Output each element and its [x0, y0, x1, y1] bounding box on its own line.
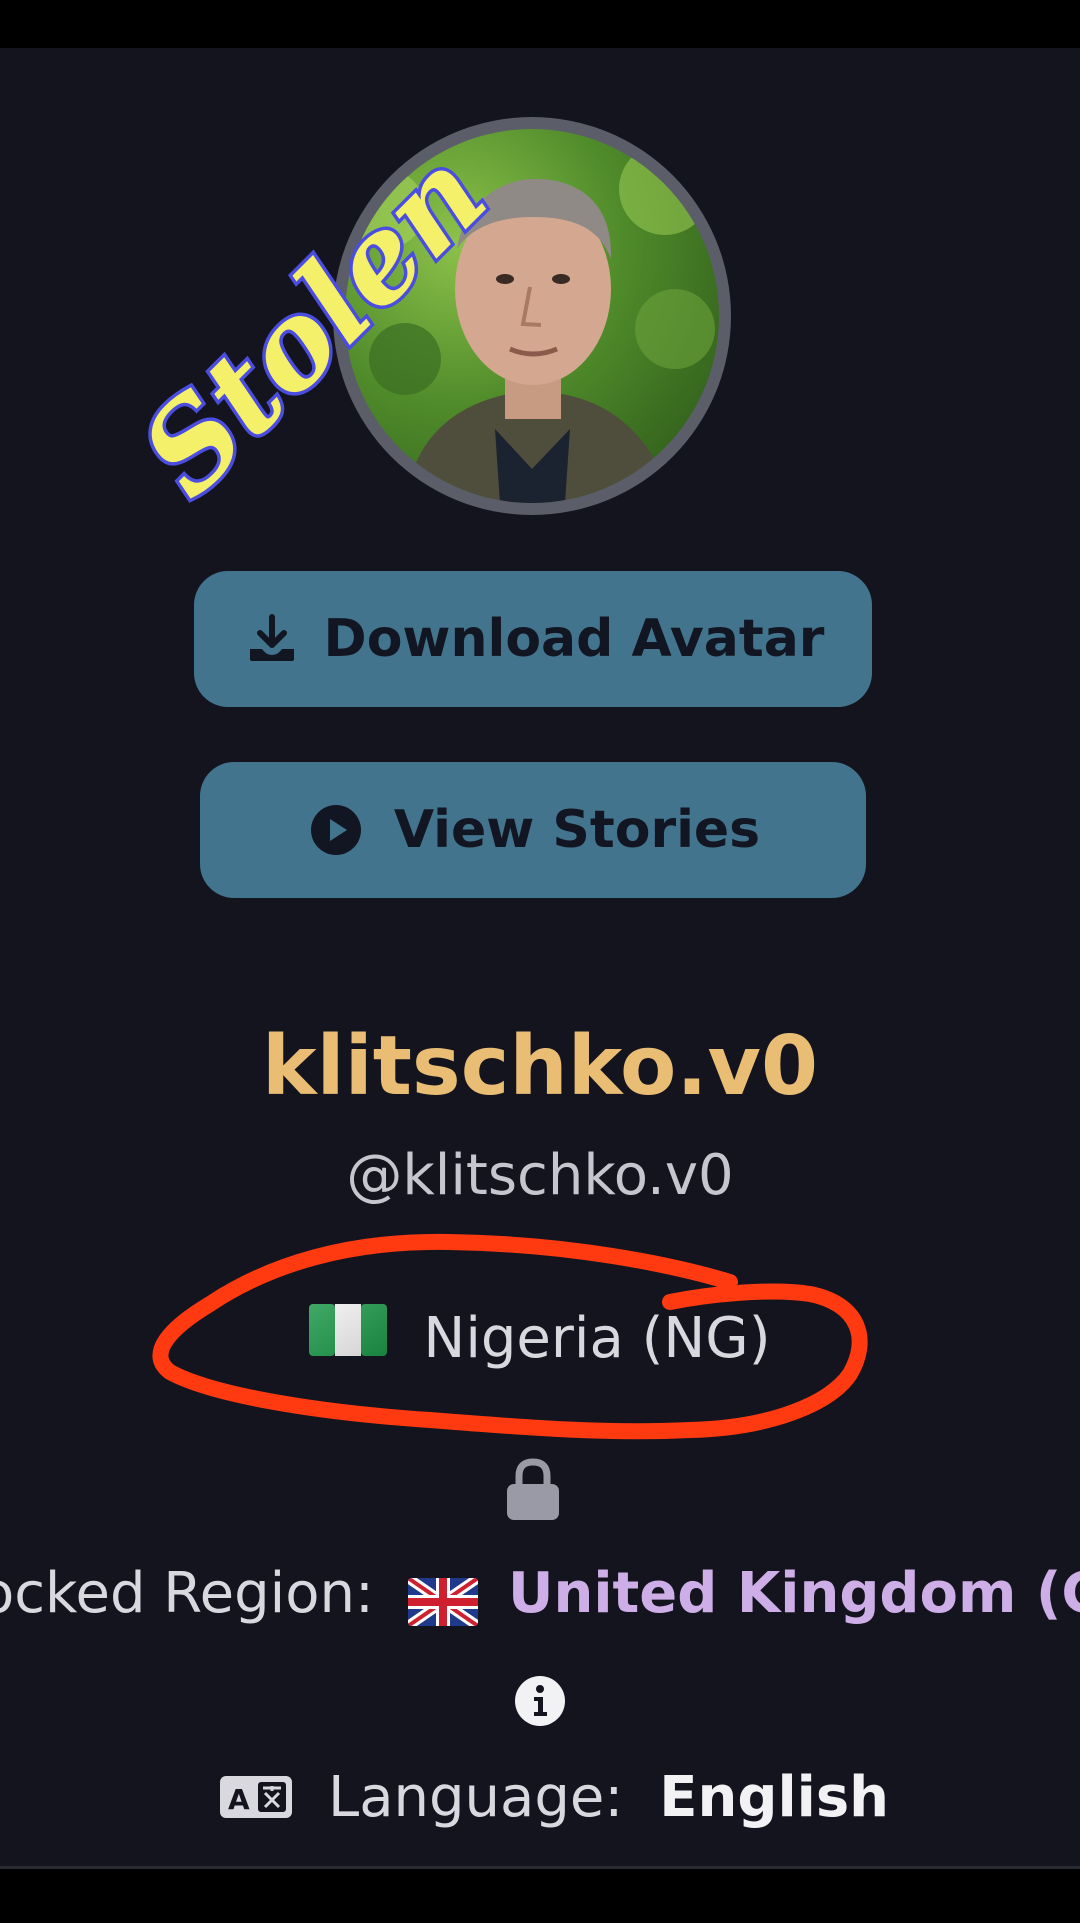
stolen-watermark: Stolen: [110, 121, 515, 526]
locked-region-value: United Kingdom (GB: [508, 1561, 1080, 1626]
download-avatar-button[interactable]: Download Avatar: [194, 571, 872, 707]
display-name: klitschko.v0: [261, 1019, 819, 1114]
language-row: A Language: English: [220, 1760, 889, 1834]
view-stories-label: View Stories: [393, 800, 761, 860]
svg-text:A: A: [228, 1783, 250, 1816]
info-icon[interactable]: [514, 1675, 566, 1727]
uk-flag-icon: [408, 1571, 478, 1645]
locked-region-row: ocked Region: United Kingdom (GB: [0, 1557, 1080, 1631]
download-icon: [242, 609, 302, 669]
language-label: Language:: [328, 1764, 624, 1830]
locked-region-label: ocked Region:: [0, 1561, 374, 1626]
bottom-bar: [0, 1866, 1080, 1923]
view-stories-button[interactable]: View Stories: [200, 762, 866, 898]
red-circle-annotation: [152, 1233, 868, 1440]
profile-screen: Stolen Download Avatar View Stories klit…: [0, 48, 1080, 1866]
language-value: English: [659, 1764, 890, 1830]
translate-icon: A: [220, 1774, 292, 1820]
download-avatar-label: Download Avatar: [323, 609, 825, 669]
username-handle: @klitschko.v0: [346, 1143, 734, 1208]
lock-icon: [507, 1458, 559, 1520]
play-icon: [306, 800, 366, 860]
